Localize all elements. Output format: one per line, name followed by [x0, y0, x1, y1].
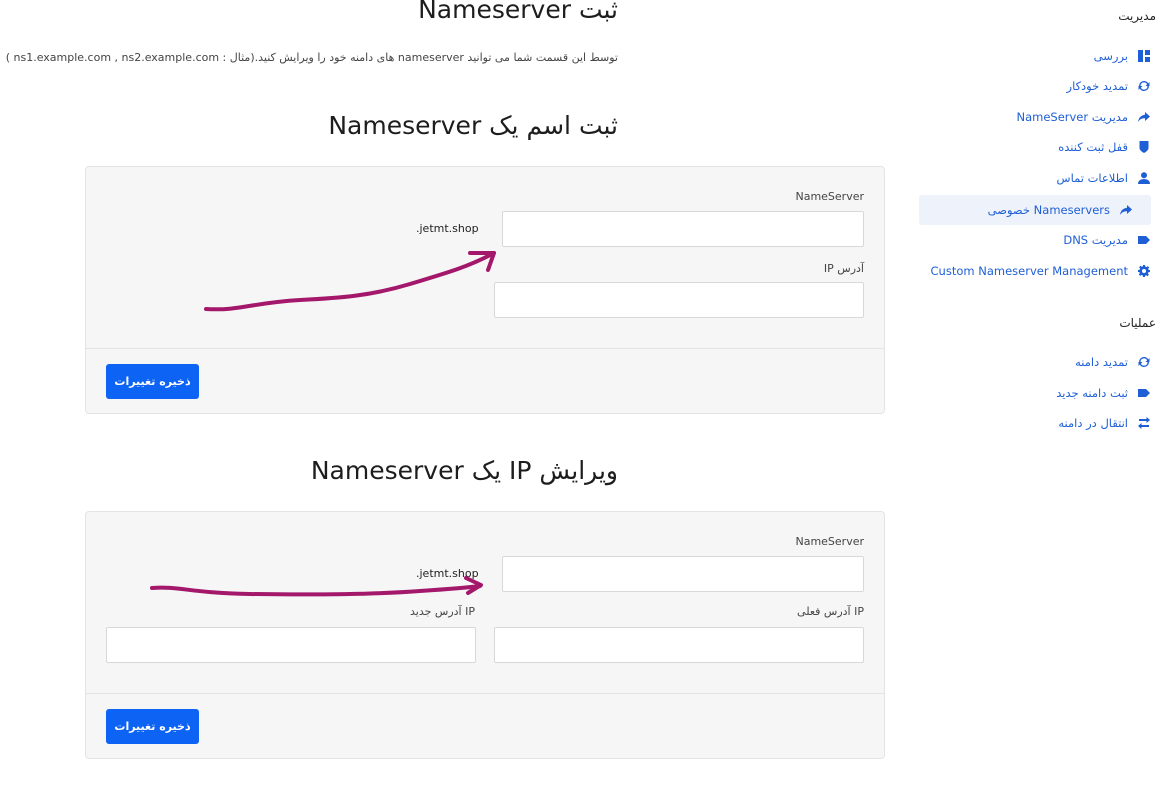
page-description: توسط این قسمت شما می توانید nameserver ه… — [5, 51, 618, 64]
share-arrow-icon — [1119, 203, 1133, 217]
register-ns-input[interactable] — [502, 211, 864, 247]
sidebar-item-label: تمدید دامنه — [1075, 355, 1128, 369]
operations-heading: عملیات — [1119, 316, 1156, 330]
register-ns-label: NameServer — [795, 190, 864, 203]
transfer-icon — [1137, 416, 1151, 430]
sidebar-item-nameserver[interactable]: مدیریت NameServer — [1016, 102, 1151, 132]
sidebar-item-transfer-domain[interactable]: انتقال در دامنه — [1058, 408, 1151, 438]
register-domain-suffix: .jetmt.shop — [416, 222, 479, 235]
sidebar-item-registrar-lock[interactable]: قفل ثبت کننده — [1058, 132, 1151, 162]
register-card-footer: ذخیره تغییرات — [86, 348, 884, 413]
sidebar-item-label: Nameservers خصوصی — [987, 203, 1110, 217]
sidebar-item-label: ثبت دامنه جدید — [1056, 386, 1128, 400]
page-title: ثبت Nameserver — [418, 0, 618, 24]
shield-icon — [1137, 140, 1151, 154]
sidebar-item-contact-info[interactable]: اطلاعات تماس — [1057, 163, 1151, 193]
sidebar-item-custom-nameserver[interactable]: Custom Nameserver Management — [931, 256, 1151, 286]
dashboard-icon — [1137, 49, 1151, 63]
tag-icon — [1137, 233, 1151, 247]
manage-heading: مدیریت — [1118, 9, 1156, 23]
modify-section-title: ویرایش IP یک Nameserver — [310, 456, 618, 485]
refresh-icon — [1137, 355, 1151, 369]
user-icon — [1137, 171, 1151, 185]
modify-ns-input[interactable] — [502, 556, 864, 592]
sidebar-item-label: بررسی — [1093, 49, 1128, 63]
register-ip-label: آدرس IP — [823, 262, 864, 275]
current-ip-label: IP آدرس فعلی — [797, 605, 864, 618]
sidebar-item-label: انتقال در دامنه — [1058, 416, 1128, 430]
sidebar-item-overview[interactable]: بررسی — [1094, 41, 1151, 71]
sidebar-item-label: اطلاعات تماس — [1056, 171, 1128, 185]
new-ip-label: IP آدرس جدید — [410, 605, 475, 618]
modify-card-footer: ذخیره تغییرات — [86, 693, 884, 758]
register-section-title: ثبت اسم یک Nameserver — [328, 111, 618, 140]
sidebar-item-renew-domain[interactable]: تمدید دامنه — [1075, 347, 1151, 377]
register-save-button[interactable]: ذخیره تغییرات — [106, 364, 199, 399]
sidebar-item-label: قفل ثبت کننده — [1058, 140, 1128, 154]
share-arrow-icon — [1137, 110, 1151, 124]
sidebar-item-private-nameservers[interactable]: Nameservers خصوصی — [919, 195, 1151, 225]
main-content: ثبت Nameserver توسط این قسمت شما می توان… — [0, 0, 900, 791]
sidebar-item-label: Custom Nameserver Management — [930, 264, 1128, 278]
modify-save-button[interactable]: ذخیره تغییرات — [106, 709, 199, 744]
register-ip-input[interactable] — [494, 282, 864, 318]
sidebar-item-label: تمدید خودکار — [1066, 79, 1128, 93]
modify-domain-suffix: .jetmt.shop — [416, 567, 479, 580]
sidebar-item-label: مدیریت DNS — [1063, 233, 1128, 247]
sidebar-item-label: مدیریت NameServer — [1016, 110, 1128, 124]
sidebar-item-auto-renew[interactable]: تمدید خودکار — [1067, 71, 1151, 101]
sidebar-item-register-domain[interactable]: ثبت دامنه جدید — [1056, 378, 1151, 408]
refresh-icon — [1137, 79, 1151, 93]
modify-ns-label: NameServer — [795, 535, 864, 548]
gear-icon — [1137, 264, 1151, 278]
tag-icon — [1137, 386, 1151, 400]
register-nameserver-card: NameServer .jetmt.shop آدرس IP ذخیره تغی… — [85, 166, 885, 414]
modify-nameserver-card: NameServer .jetmt.shop IP آدرس فعلی IP آ… — [85, 511, 885, 759]
current-ip-input[interactable] — [494, 627, 864, 663]
new-ip-input[interactable] — [106, 627, 476, 663]
sidebar: مدیریت بررسی تمدید خودکار مدیریت NameSer… — [907, 0, 1167, 791]
sidebar-item-dns[interactable]: مدیریت DNS — [1063, 225, 1151, 255]
